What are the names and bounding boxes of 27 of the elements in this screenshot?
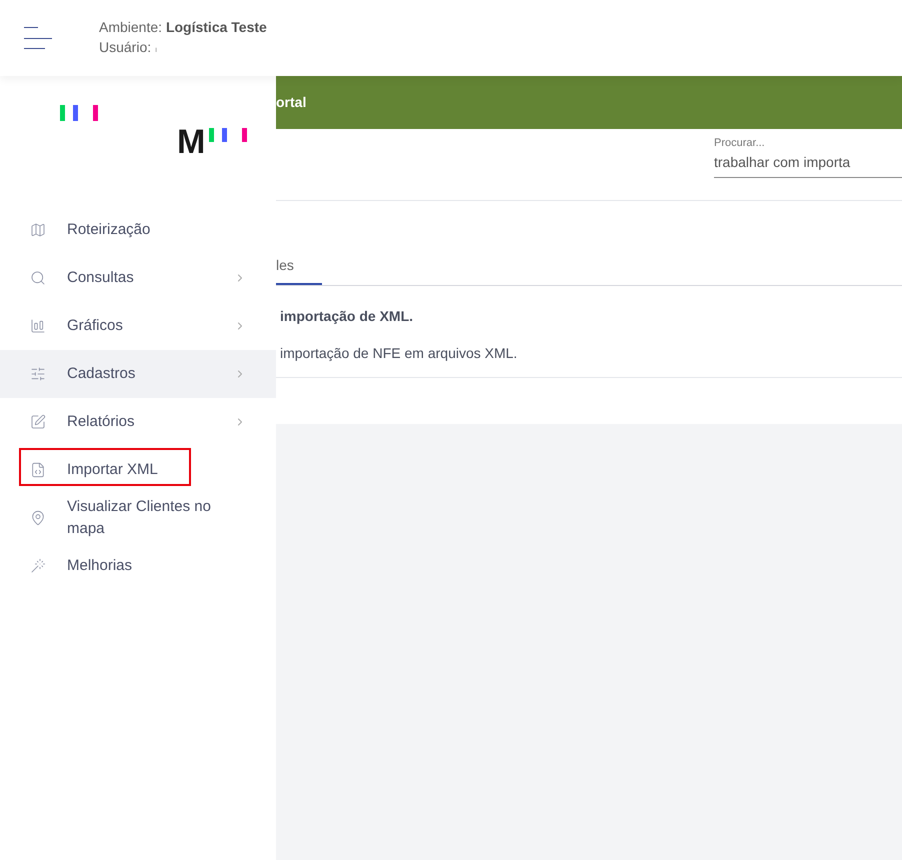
search-field[interactable]: trabalhar com importa	[714, 152, 902, 178]
bar-chart-icon	[30, 318, 46, 334]
user-text: Usuário: ı	[99, 38, 158, 56]
tab[interactable]: les	[276, 247, 322, 285]
environment-text: Ambiente: Logística Teste	[99, 18, 267, 36]
sidebar-item-label: Roteirização	[67, 220, 152, 240]
search-label: Procurar...	[714, 136, 766, 151]
sidebar-item-label: Visualizar Clientes no mapa	[67, 497, 212, 539]
banner-title: ortal	[276, 93, 306, 112]
sidebar-item-label: Cadastros	[67, 364, 136, 384]
result-title: importação de XML.	[280, 307, 414, 326]
sidebar-item-label: Consultas	[67, 268, 135, 288]
result-description: importação de NFE em arquivos XML.	[280, 344, 518, 363]
map-icon	[30, 222, 46, 238]
wand-icon	[30, 558, 46, 574]
menu-button[interactable]	[24, 27, 52, 49]
code-file-icon	[30, 462, 46, 478]
edit-icon	[30, 414, 46, 430]
search-icon	[30, 270, 46, 286]
sidebar-item-label: Gráficos	[67, 316, 124, 336]
logo: M	[177, 128, 252, 156]
pin-icon	[30, 510, 46, 526]
sidebar-item-label: Melhorias	[67, 556, 134, 576]
sliders-icon	[30, 366, 46, 382]
sidebar-item[interactable]: Cadastros	[0, 350, 276, 398]
sidebar-item-label: Relatórios	[67, 412, 136, 432]
sidebar-item-label: Importar XML	[67, 460, 159, 480]
